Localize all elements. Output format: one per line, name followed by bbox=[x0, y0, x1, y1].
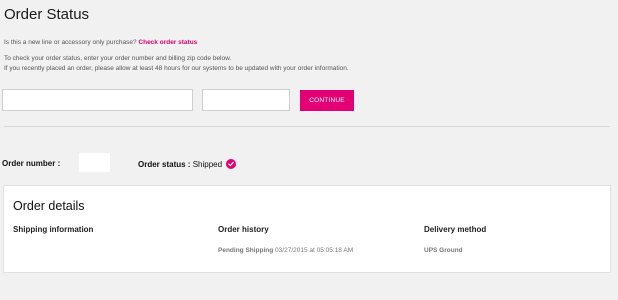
order-details-card: Order details Shipping information Order… bbox=[3, 185, 611, 273]
order-history-entry: Pending Shipping 03/27/2015 at 05:05:18 … bbox=[218, 247, 353, 254]
order-number-label: Order number : bbox=[2, 159, 61, 168]
delivery-method-header: Delivery method bbox=[424, 225, 487, 234]
check-circle-icon bbox=[226, 159, 237, 169]
shipping-information-header: Shipping information bbox=[13, 225, 94, 234]
zip-code-input[interactable] bbox=[202, 89, 290, 111]
order-status: Order status : Shipped bbox=[138, 159, 237, 169]
order-details-title: Order details bbox=[13, 199, 85, 213]
processing-note-text: If you recently placed an order, please … bbox=[4, 65, 349, 72]
order-history-header: Order history bbox=[218, 225, 269, 234]
new-line-question-text: Is this a new line or accessory only pur… bbox=[4, 39, 139, 46]
order-number-value bbox=[79, 153, 110, 172]
order-status-value: Shipped bbox=[190, 160, 223, 169]
order-status-label: Order status : bbox=[138, 160, 191, 169]
order-number-input[interactable] bbox=[2, 89, 193, 111]
new-line-question: Is this a new line or accessory only pur… bbox=[4, 39, 197, 46]
delivery-method-value: UPS Ground bbox=[424, 247, 463, 254]
history-datetime: 03/27/2015 at 05:05:18 AM bbox=[273, 247, 354, 254]
section-divider bbox=[4, 126, 610, 127]
check-order-status-link[interactable]: Check order status bbox=[138, 39, 197, 46]
instruction-text: To check your order status, enter your o… bbox=[4, 55, 232, 62]
history-status: Pending Shipping bbox=[218, 247, 274, 254]
page-title: Order Status bbox=[4, 6, 90, 23]
continue-button[interactable]: CONTINUE bbox=[300, 90, 354, 111]
